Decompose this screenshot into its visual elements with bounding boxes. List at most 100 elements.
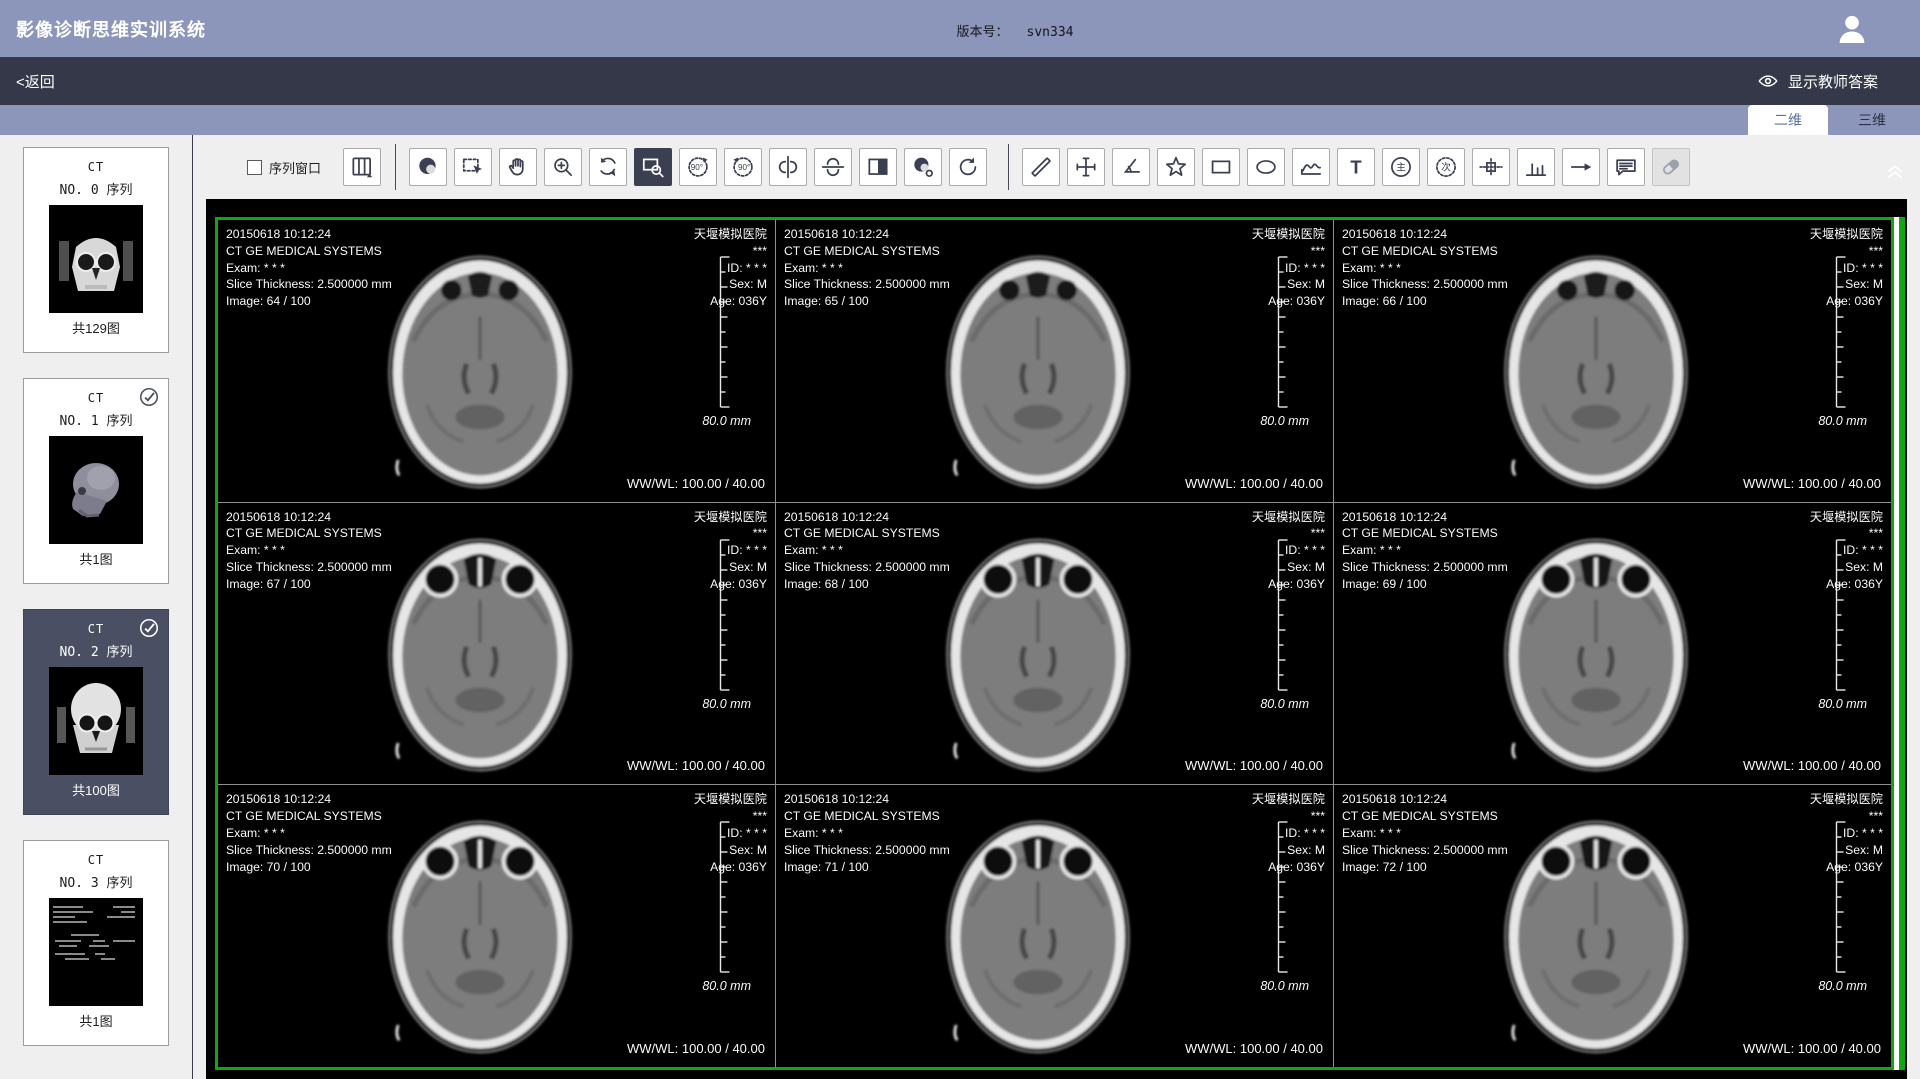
overlay-top-right: 天堰模拟医院 *** ID: * * * Sex: M Age: 036Y xyxy=(694,509,767,593)
series-window-toggle[interactable]: 序列窗口 xyxy=(247,158,321,177)
ellipse-roi-tool[interactable] xyxy=(1247,148,1285,186)
zoom-tool[interactable] xyxy=(544,148,582,186)
overlay-thickness: Slice Thickness: 2.500000 mm xyxy=(226,842,392,859)
overlay-image-number: Image: 64 / 100 xyxy=(226,293,392,310)
viewport-cell-5[interactable]: 20150618 10:12:24 CT GE MEDICAL SYSTEMS … xyxy=(1334,503,1891,785)
version-value: svn334 xyxy=(1027,25,1074,40)
viewport-cell-0[interactable]: 20150618 10:12:24 CT GE MEDICAL SYSTEMS … xyxy=(218,220,775,502)
collapse-toolbar-icon[interactable] xyxy=(1882,157,1908,188)
series-image-count: 共1图 xyxy=(24,1011,168,1030)
overlay-image-number: Image: 66 / 100 xyxy=(1342,293,1508,310)
wl-preset-tool[interactable] xyxy=(904,148,942,186)
window-level-tool[interactable] xyxy=(409,148,447,186)
svg-text:T: T xyxy=(1350,156,1362,177)
overlay-datetime: 20150618 10:12:24 xyxy=(784,509,950,526)
angle-tool[interactable] xyxy=(1112,148,1150,186)
ruler-tool[interactable] xyxy=(1022,148,1060,186)
series-modality: CT xyxy=(24,160,168,174)
viewport-cell-3[interactable]: 20150618 10:12:24 CT GE MEDICAL SYSTEMS … xyxy=(218,503,775,785)
calibration-tool[interactable] xyxy=(1472,148,1510,186)
curve-tool[interactable] xyxy=(1292,148,1330,186)
series-card-0[interactable]: CT NO. 0 序列 共129图 xyxy=(23,147,169,353)
overlay-stars: *** xyxy=(1810,243,1883,260)
invert-tool[interactable] xyxy=(859,148,897,186)
cross-measure-tool[interactable] xyxy=(1067,148,1105,186)
overlay-device: CT GE MEDICAL SYSTEMS xyxy=(1342,243,1508,260)
overlay-id: ID: * * * xyxy=(1252,825,1325,842)
nav-bar: <返回 显示教师答案 xyxy=(0,57,1920,105)
image-scrollbar[interactable] xyxy=(1894,217,1905,1070)
overlay-id: ID: * * * xyxy=(1810,542,1883,559)
reset-tool[interactable] xyxy=(949,148,987,186)
tab-3d[interactable]: 三维 xyxy=(1832,105,1912,135)
tab-2d[interactable]: 二维 xyxy=(1748,105,1828,135)
svg-text:90°: 90° xyxy=(738,163,750,172)
rotate-90-ccw-tool[interactable]: 90° xyxy=(679,148,717,186)
viewport-cell-4[interactable]: 20150618 10:12:24 CT GE MEDICAL SYSTEMS … xyxy=(776,503,1333,785)
scrollbar-thumb[interactable] xyxy=(1899,217,1905,1070)
viewport-cell-2[interactable]: 20150618 10:12:24 CT GE MEDICAL SYSTEMS … xyxy=(1334,220,1891,502)
select-tool[interactable] xyxy=(454,148,492,186)
overlay-image-number: Image: 71 / 100 xyxy=(784,859,950,876)
series-thumbnail xyxy=(49,436,143,544)
overlay-datetime: 20150618 10:12:24 xyxy=(784,791,950,808)
overlay-datetime: 20150618 10:12:24 xyxy=(1342,509,1508,526)
overlay-id: ID: * * * xyxy=(694,825,767,842)
overlay-exam: Exam: * * * xyxy=(784,542,950,559)
overlay-top-left: 20150618 10:12:24 CT GE MEDICAL SYSTEMS … xyxy=(1342,226,1508,310)
toolbar-separator xyxy=(395,144,396,190)
histogram-tool[interactable] xyxy=(1517,148,1555,186)
flip-horizontal-tool[interactable] xyxy=(769,148,807,186)
overlay-datetime: 20150618 10:12:24 xyxy=(1342,226,1508,243)
flip-vertical-tool[interactable] xyxy=(814,148,852,186)
arrow-tool[interactable] xyxy=(1562,148,1600,186)
rotate-tool[interactable] xyxy=(589,148,627,186)
overlay-id: ID: * * * xyxy=(1252,260,1325,277)
viewport-cell-1[interactable]: 20150618 10:12:24 CT GE MEDICAL SYSTEMS … xyxy=(776,220,1333,502)
viewport-cell-6[interactable]: 20150618 10:12:24 CT GE MEDICAL SYSTEMS … xyxy=(218,785,775,1067)
scale-label: 80.0 mm xyxy=(1818,697,1867,711)
overlay-device: CT GE MEDICAL SYSTEMS xyxy=(784,243,950,260)
overlay-device: CT GE MEDICAL SYSTEMS xyxy=(784,808,950,825)
polygon-roi-tool[interactable] xyxy=(1157,148,1195,186)
back-button[interactable]: <返回 xyxy=(16,71,55,92)
overlay-stars: *** xyxy=(694,808,767,825)
series-card-2[interactable]: CT NO. 2 序列 共100图 xyxy=(23,609,169,815)
window-level-label: WW/WL: 100.00 / 40.00 xyxy=(1743,476,1881,491)
text-tool[interactable]: T xyxy=(1337,148,1375,186)
ct-slice-image xyxy=(367,806,592,1067)
overlay-device: CT GE MEDICAL SYSTEMS xyxy=(1342,808,1508,825)
overlay-id: ID: * * * xyxy=(694,260,767,277)
overlay-age: Age: 036Y xyxy=(1252,576,1325,593)
window-level-label: WW/WL: 100.00 / 40.00 xyxy=(1185,1041,1323,1056)
pan-tool[interactable] xyxy=(499,148,537,186)
eraser-tool xyxy=(1652,148,1690,186)
user-avatar-icon[interactable] xyxy=(1832,9,1872,49)
overlay-hospital: 天堰模拟医院 xyxy=(1252,791,1325,808)
series-window-checkbox[interactable] xyxy=(247,160,262,175)
overlay-device: CT GE MEDICAL SYSTEMS xyxy=(226,808,392,825)
main-marker-tool[interactable]: 主 xyxy=(1382,148,1420,186)
layout-selector-button[interactable] xyxy=(343,148,381,186)
secondary-marker-tool[interactable]: 次 xyxy=(1427,148,1465,186)
overlay-hospital: 天堰模拟医院 xyxy=(694,791,767,808)
series-card-1[interactable]: CT NO. 1 序列 共1图 xyxy=(23,378,169,584)
header: 影像诊断思维实训系统 版本号：svn334 xyxy=(0,0,1920,57)
svg-text:次: 次 xyxy=(1441,161,1451,174)
zoom-region-tool[interactable] xyxy=(634,148,672,186)
series-thumbnail xyxy=(49,667,143,775)
overlay-image-number: Image: 67 / 100 xyxy=(226,576,392,593)
comment-tool[interactable] xyxy=(1607,148,1645,186)
overlay-top-right: 天堰模拟医院 *** ID: * * * Sex: M Age: 036Y xyxy=(1810,791,1883,875)
overlay-stars: *** xyxy=(694,525,767,542)
rect-roi-tool[interactable] xyxy=(1202,148,1240,186)
overlay-sex: Sex: M xyxy=(1252,559,1325,576)
show-teacher-answer-button[interactable]: 显示教师答案 xyxy=(1757,70,1878,92)
series-name: NO. 3 序列 xyxy=(24,872,168,891)
series-card-3[interactable]: CT NO. 3 序列 共1图 xyxy=(23,840,169,1046)
viewport-cell-8[interactable]: 20150618 10:12:24 CT GE MEDICAL SYSTEMS … xyxy=(1334,785,1891,1067)
overlay-sex: Sex: M xyxy=(1810,559,1883,576)
rotate-90-cw-tool[interactable]: 90° xyxy=(724,148,762,186)
viewport-cell-7[interactable]: 20150618 10:12:24 CT GE MEDICAL SYSTEMS … xyxy=(776,785,1333,1067)
ct-slice-image xyxy=(367,241,592,502)
